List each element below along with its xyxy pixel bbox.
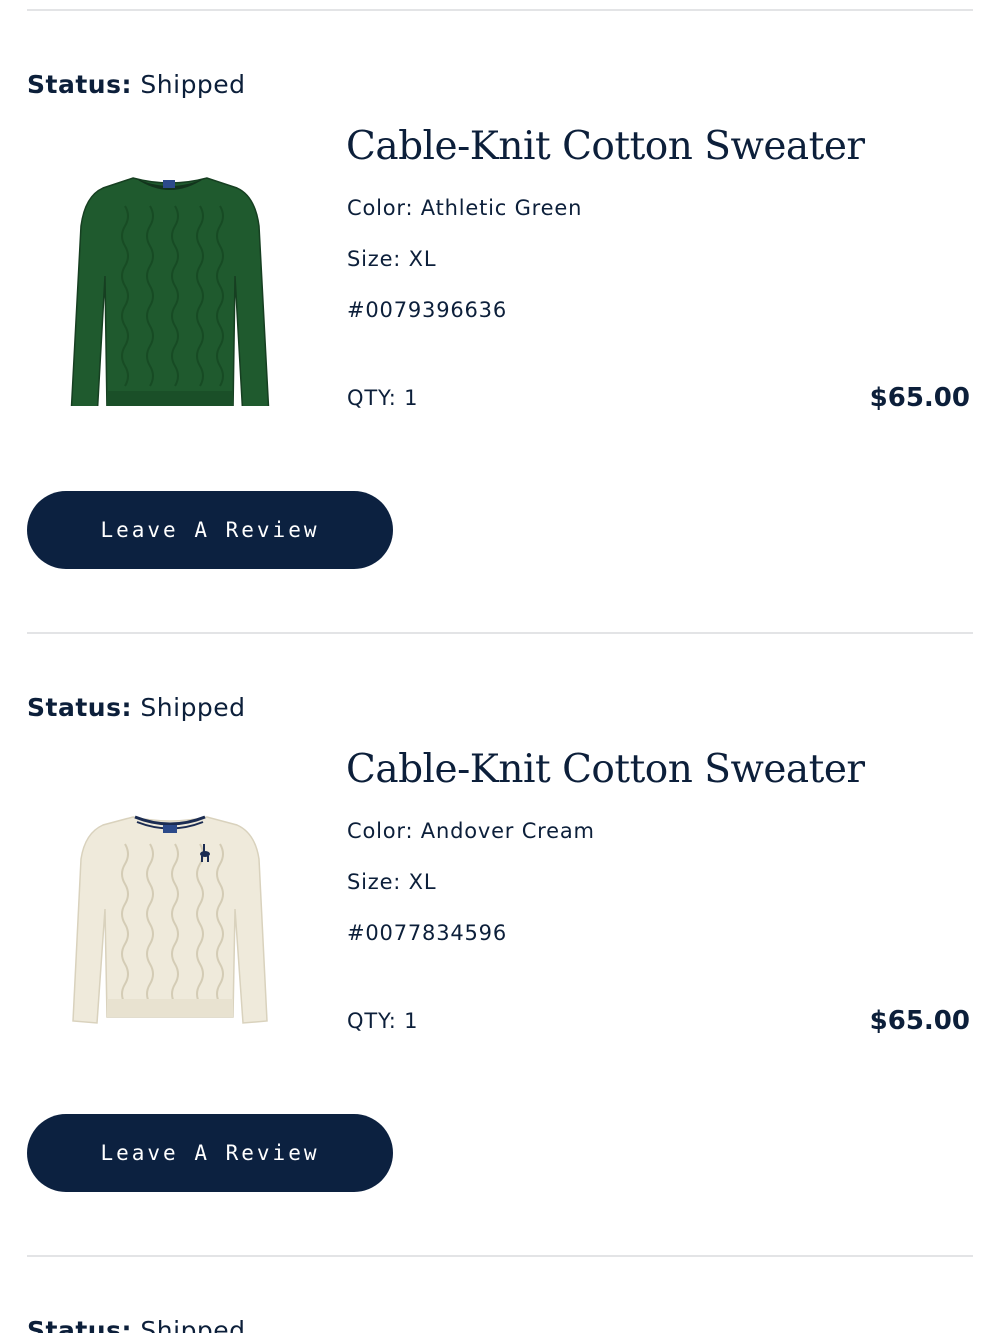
cream-sweater-image[interactable] <box>55 759 285 1029</box>
product-color: Color: Athletic Green <box>347 196 583 220</box>
sweater-body-shape <box>72 816 268 1024</box>
status-label: Status: <box>27 693 132 722</box>
order-status: Status: Shipped <box>27 693 246 723</box>
sweater-label-shape <box>163 180 175 188</box>
sweater-label-shape <box>163 825 177 833</box>
order-divider <box>27 632 973 634</box>
product-qty: QTY: 1 <box>347 386 419 410</box>
leave-review-button[interactable]: Leave A Review <box>27 1114 393 1192</box>
product-size: Size: XL <box>347 870 437 894</box>
product-sku: #0077834596 <box>347 921 508 945</box>
product-qty: QTY: 1 <box>347 1009 419 1033</box>
product-price: $65.00 <box>869 1006 970 1036</box>
sweater-hem-shape <box>107 391 233 406</box>
leave-review-button[interactable]: Leave A Review <box>27 491 393 569</box>
sweater-hem-shape <box>107 999 233 1017</box>
order-divider <box>27 1255 973 1257</box>
status-label: Status: <box>27 70 132 99</box>
product-color: Color: Andover Cream <box>347 819 595 843</box>
product-sku: #0079396636 <box>347 298 508 322</box>
product-size: Size: XL <box>347 247 437 271</box>
sweater-body-shape <box>70 177 270 406</box>
order-divider <box>27 9 973 11</box>
order-item: Status: Shipped Cable-Knit Cotton Sweate… <box>0 70 1000 670</box>
order-item: Status: Shipped <box>0 1316 1000 1333</box>
product-title[interactable]: Cable-Knit Cotton Sweater <box>346 745 865 795</box>
order-status: Status: Shipped <box>27 70 246 100</box>
green-sweater-image[interactable] <box>55 136 285 406</box>
product-price: $65.00 <box>869 383 970 413</box>
status-value: Shipped <box>140 693 246 722</box>
status-value: Shipped <box>140 70 246 99</box>
status-value: Shipped <box>140 1316 246 1333</box>
order-item: Status: Shipped Cable-Knit Cotton Sweate… <box>0 693 1000 1293</box>
status-label: Status: <box>27 1316 132 1333</box>
product-title[interactable]: Cable-Knit Cotton Sweater <box>346 122 865 172</box>
order-status: Status: Shipped <box>27 1316 246 1333</box>
